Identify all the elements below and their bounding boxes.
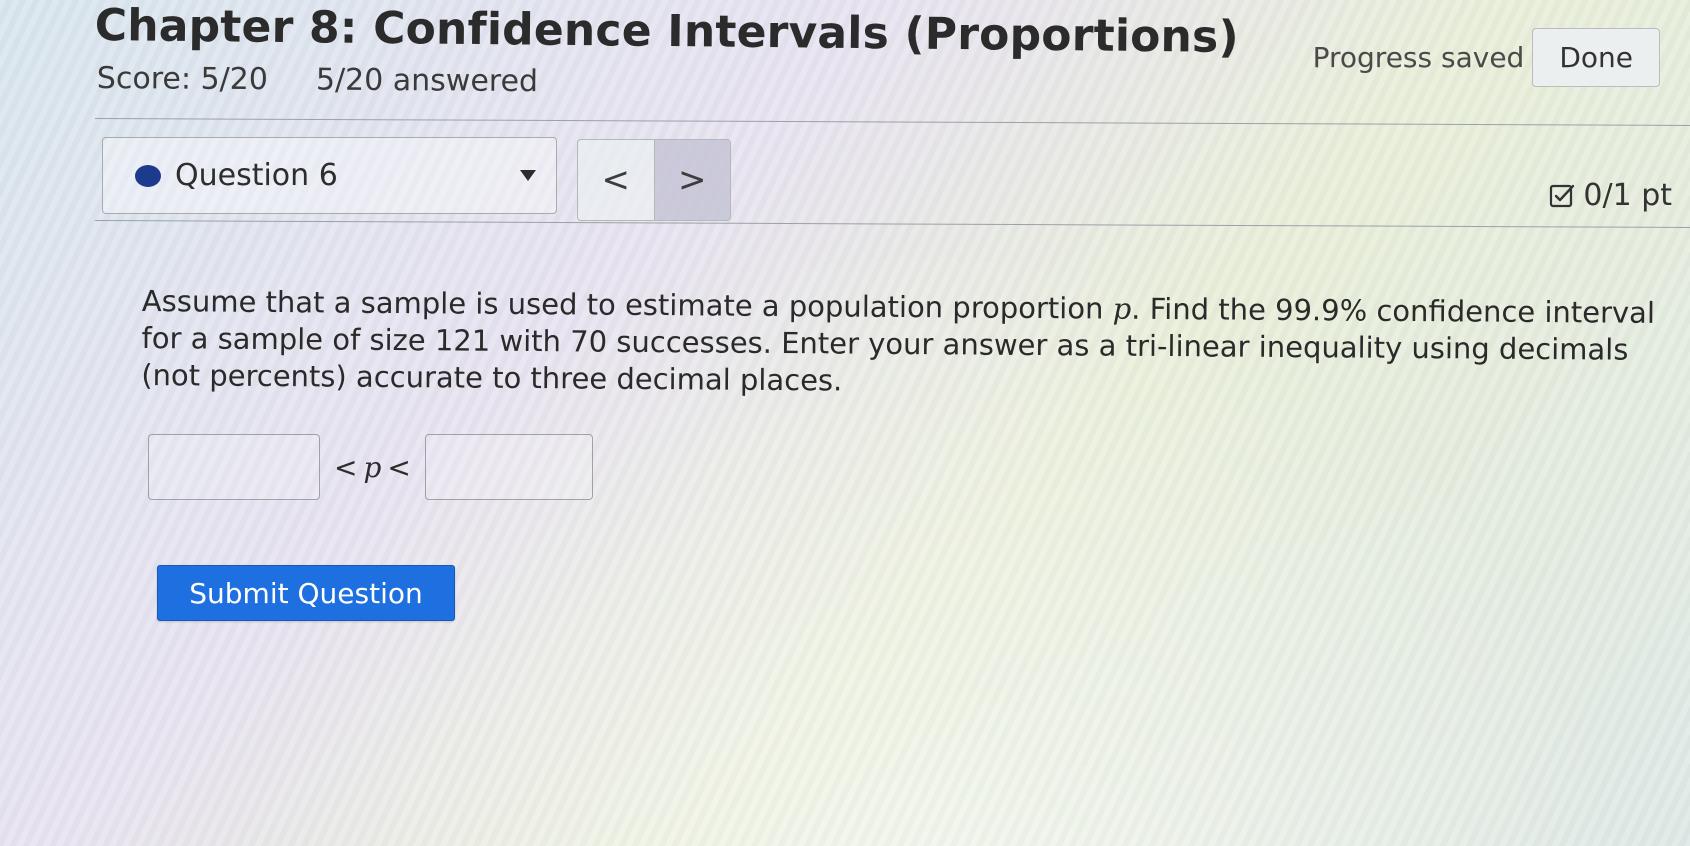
- question-points: 0/1 pt: [1549, 178, 1672, 213]
- upper-bound-input[interactable]: [424, 434, 593, 500]
- score-row: Score: 5/20 5/20 answered: [97, 61, 538, 99]
- header-actions: Progress saved Done: [1313, 28, 1660, 87]
- lower-bound-input[interactable]: [148, 434, 320, 500]
- chevron-right-icon: >: [678, 160, 707, 200]
- inequality-label: < p <: [334, 451, 411, 484]
- score-text: Score: 5/20: [96, 61, 269, 98]
- answered-count: 5/20 answered: [315, 62, 539, 100]
- previous-question-button[interactable]: <: [578, 140, 654, 220]
- next-question-button[interactable]: >: [653, 140, 730, 220]
- inequality-left-symbol: <: [334, 450, 358, 484]
- page: Chapter 8: Confidence Intervals (Proport…: [0, 0, 1690, 846]
- nav-divider: [94, 220, 1690, 228]
- done-button[interactable]: Done: [1532, 28, 1660, 87]
- question-nav-buttons: < >: [577, 139, 731, 221]
- chevron-down-icon: [520, 170, 536, 181]
- page-title: Chapter 8: Confidence Intervals (Proport…: [94, 0, 1240, 63]
- progress-status: Progress saved: [1312, 41, 1525, 74]
- question-variable: p: [1112, 291, 1132, 326]
- header-divider: [94, 118, 1690, 126]
- question-selector-label: Question 6: [175, 158, 338, 193]
- question-prompt: Assume that a sample is used to estimate…: [141, 283, 1662, 406]
- question-selector[interactable]: Question 6: [102, 137, 557, 214]
- submit-question-button[interactable]: Submit Question: [157, 565, 455, 621]
- chevron-left-icon: <: [601, 160, 631, 200]
- question-text-part1: Assume that a sample is used to estimate…: [141, 283, 1113, 326]
- points-value: 0/1 pt: [1583, 178, 1672, 213]
- answer-row: < p <: [148, 434, 593, 500]
- inequality-right-symbol: <: [387, 450, 411, 484]
- inequality-variable: p: [363, 450, 382, 484]
- checkbox-edit-icon: [1550, 184, 1575, 207]
- question-status-dot-icon: [135, 164, 161, 187]
